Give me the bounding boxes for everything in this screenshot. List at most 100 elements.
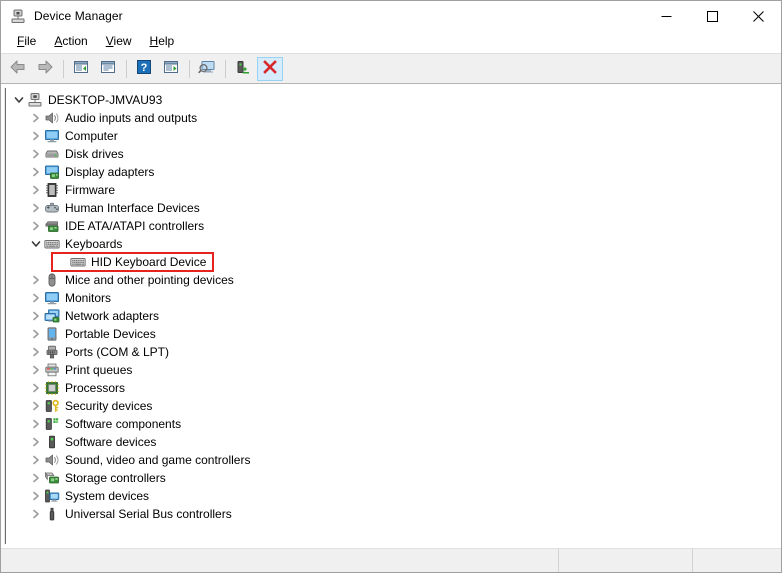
content-area: DESKTOP-JMVAU93 Audio inputs and outputs C…	[1, 84, 781, 548]
chevron-right-icon[interactable]	[28, 272, 44, 288]
display-adapter-icon	[44, 164, 60, 180]
tree-item-label: Universal Serial Bus controllers	[65, 507, 232, 521]
forward-button[interactable]	[32, 57, 58, 81]
menu-file[interactable]: File	[8, 32, 45, 51]
tree-item-label: Print queues	[65, 363, 133, 377]
chevron-right-icon[interactable]	[28, 506, 44, 522]
tree-item[interactable]: Display adapters	[5, 163, 777, 181]
tree-item-root[interactable]: DESKTOP-JMVAU93	[5, 91, 777, 109]
tree-item[interactable]: HID Keyboard Device	[5, 252, 777, 272]
chevron-right-icon[interactable]	[28, 488, 44, 504]
enable-device-button[interactable]	[230, 57, 256, 81]
tree-item[interactable]: Network adapters	[5, 307, 777, 325]
tree-item-label: Ports (COM & LPT)	[65, 345, 170, 359]
tree-item-label: Software components	[65, 417, 182, 431]
software-device-icon	[44, 434, 60, 450]
chevron-right-icon[interactable]	[28, 326, 44, 342]
chevron-right-icon[interactable]	[28, 380, 44, 396]
forward-arrow-icon	[36, 59, 54, 78]
menu-view[interactable]: View	[97, 32, 141, 51]
mouse-icon	[44, 272, 60, 288]
tree-item-label: IDE ATA/ATAPI controllers	[65, 219, 205, 233]
tree-item[interactable]: Software components	[5, 415, 777, 433]
annotation-box-selected-device	[51, 252, 215, 272]
tree-item[interactable]: Software devices	[5, 433, 777, 451]
software-component-icon	[44, 416, 60, 432]
tree-item[interactable]: Processors	[5, 379, 777, 397]
chevron-down-icon[interactable]	[11, 92, 27, 108]
usb-icon	[44, 506, 60, 522]
toolbar: ?	[1, 53, 781, 135]
chevron-right-icon[interactable]	[28, 470, 44, 486]
monitor-icon	[44, 290, 60, 306]
tree-item[interactable]: Security devices	[5, 397, 777, 415]
network-adapter-icon	[44, 308, 60, 324]
tree-item[interactable]: IDE ATA/ATAPI controllers	[5, 217, 777, 235]
chevron-down-icon[interactable]	[28, 236, 44, 252]
device-manager-window: Device Manager File Action View Help ? D…	[0, 0, 782, 573]
tree-item-label: Portable Devices	[65, 327, 156, 341]
tree-item[interactable]: Keyboards	[5, 235, 777, 253]
chevron-right-icon[interactable]	[28, 434, 44, 450]
help-button[interactable]: ?	[131, 57, 157, 81]
tree-item[interactable]: Print queues	[5, 361, 777, 379]
tree-item[interactable]: Storage controllers	[5, 469, 777, 487]
scan-hardware-changes-button[interactable]	[194, 57, 220, 81]
chevron-right-icon[interactable]	[28, 344, 44, 360]
device-tree: DESKTOP-JMVAU93 Audio inputs and outputs C…	[5, 88, 777, 523]
caption-buttons	[643, 1, 781, 31]
update-driver-button[interactable]	[158, 57, 184, 81]
chevron-right-icon[interactable]	[28, 110, 44, 126]
chevron-right-icon[interactable]	[28, 290, 44, 306]
storage-controller-icon	[44, 470, 60, 486]
chevron-right-icon[interactable]	[28, 398, 44, 414]
toolbar-separator	[126, 59, 127, 78]
tree-item-label: Network adapters	[65, 309, 160, 323]
device-tree-pane[interactable]: DESKTOP-JMVAU93 Audio inputs and outputs C…	[4, 87, 778, 545]
tree-item[interactable]: Computer	[5, 127, 777, 145]
chevron-right-icon[interactable]	[28, 146, 44, 162]
tree-item[interactable]: Mice and other pointing devices	[5, 271, 777, 289]
tree-item[interactable]: Monitors	[5, 289, 777, 307]
status-pane-2	[559, 549, 693, 572]
tree-item[interactable]: Disk drives	[5, 145, 777, 163]
chevron-right-icon[interactable]	[28, 308, 44, 324]
chevron-right-icon[interactable]	[28, 416, 44, 432]
minimize-button[interactable]	[643, 1, 689, 31]
menu-action[interactable]: Action	[45, 32, 96, 51]
chevron-right-icon[interactable]	[28, 452, 44, 468]
chevron-right-icon[interactable]	[28, 200, 44, 216]
tree-item-label: Monitors	[65, 291, 112, 305]
tree-item[interactable]: Sound, video and game controllers	[5, 451, 777, 469]
security-key-icon	[44, 398, 60, 414]
uninstall-device-button[interactable]	[257, 56, 283, 81]
back-button[interactable]	[5, 57, 31, 81]
tree-item[interactable]: Firmware	[5, 181, 777, 199]
printer-icon	[44, 362, 60, 378]
show-hide-console-tree-button[interactable]	[68, 57, 94, 81]
tree-item[interactable]: Audio inputs and outputs	[5, 109, 777, 127]
chevron-right-icon[interactable]	[28, 362, 44, 378]
tree-item[interactable]: Portable Devices	[5, 325, 777, 343]
properties-button[interactable]	[95, 57, 121, 81]
tree-item[interactable]: Ports (COM & LPT)	[5, 343, 777, 361]
tree-item[interactable]: System devices	[5, 487, 777, 505]
menu-help[interactable]: Help	[141, 32, 184, 51]
chevron-right-icon[interactable]	[28, 128, 44, 144]
chevron-right-icon[interactable]	[28, 164, 44, 180]
chevron-right-icon[interactable]	[28, 182, 44, 198]
tree-item[interactable]: Universal Serial Bus controllers	[5, 505, 777, 523]
tree-item-label: Human Interface Devices	[65, 201, 200, 215]
scan-monitor-icon	[197, 59, 217, 78]
chevron-right-icon[interactable]	[28, 218, 44, 234]
tree-item-label: System devices	[65, 489, 150, 503]
tree-item-label: Disk drives	[65, 147, 124, 161]
tree-item[interactable]: Human Interface Devices	[5, 199, 777, 217]
close-button[interactable]	[735, 1, 781, 31]
tree-item-label: DESKTOP-JMVAU93	[48, 93, 163, 107]
processor-icon	[44, 380, 60, 396]
maximize-button[interactable]	[689, 1, 735, 31]
system-device-icon	[44, 488, 60, 504]
computer-root-icon	[27, 92, 43, 108]
device-manager-icon	[10, 8, 26, 24]
